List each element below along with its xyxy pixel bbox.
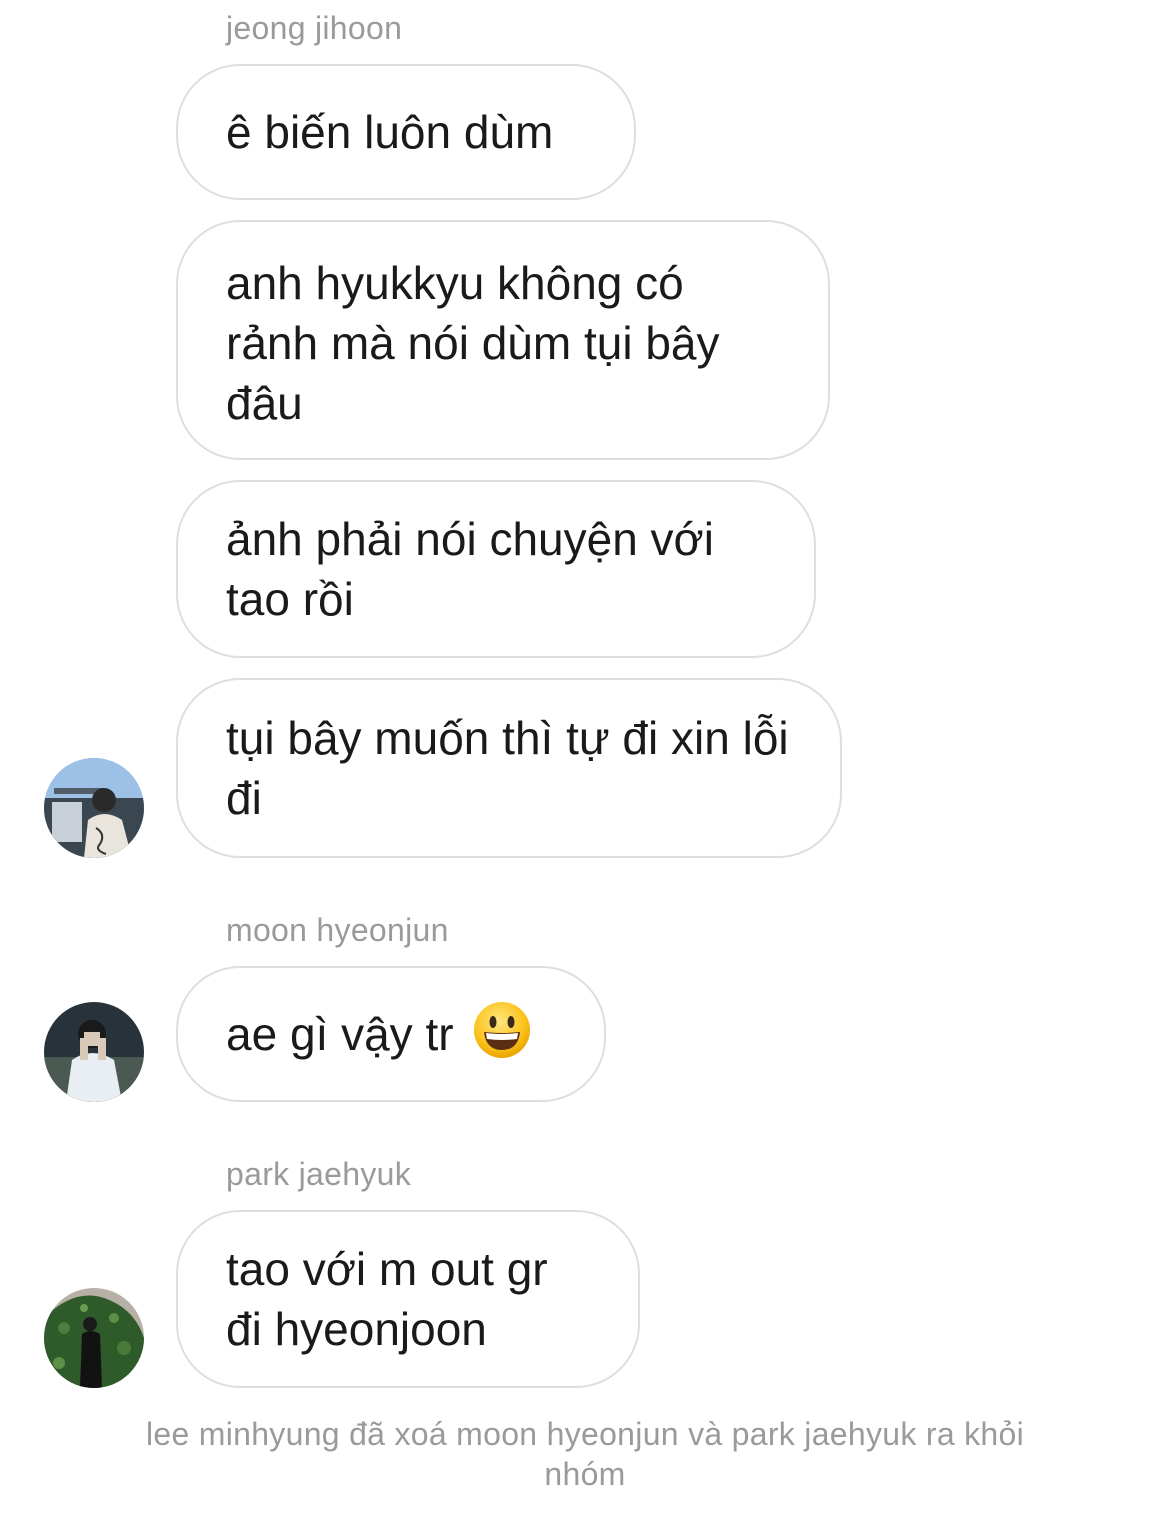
message-bubble[interactable]: tụi bây muốn thì tự đi xin lỗi đi <box>176 678 842 858</box>
message-text: ê biến luôn dùm <box>226 106 554 158</box>
message-bubble[interactable]: anh hyukkyu không có rảnh mà nói dùm tụi… <box>176 220 830 460</box>
message-bubble[interactable]: tao với m out gr đi hyeonjoon <box>176 1210 640 1388</box>
sender-name: moon hyeonjun <box>226 912 449 948</box>
message-bubble[interactable]: ảnh phải nói chuyện với tao rồi <box>176 480 816 658</box>
avatar[interactable] <box>44 1002 144 1102</box>
avatar-photo <box>44 1288 144 1388</box>
message-text: ae gì vậy tr <box>226 1008 454 1060</box>
message-text: tụi bây muốn thì tự đi xin lỗi đi <box>226 712 789 824</box>
sender-name: jeong jihoon <box>226 10 403 46</box>
avatar-photo <box>44 1002 144 1102</box>
message-bubble[interactable]: ae gì vậy tr <box>176 966 606 1102</box>
avatar[interactable] <box>44 1288 144 1388</box>
sender-name: park jaehyuk <box>226 1156 412 1192</box>
message-text: anh hyukkyu không có rảnh mà nói dùm tụi… <box>226 257 720 429</box>
grinning-face-emoji <box>472 1000 532 1060</box>
system-notice: lee minhyung đã xoá moon hyeonjun và par… <box>145 1416 1025 1492</box>
message-bubble[interactable]: ê biến luôn dùm <box>176 64 636 200</box>
message-text: ảnh phải nói chuyện với tao rồi <box>226 513 714 625</box>
avatar[interactable] <box>44 758 144 858</box>
message-text: tao với m out gr đi hyeonjoon <box>226 1243 548 1355</box>
avatar-photo <box>44 758 144 858</box>
